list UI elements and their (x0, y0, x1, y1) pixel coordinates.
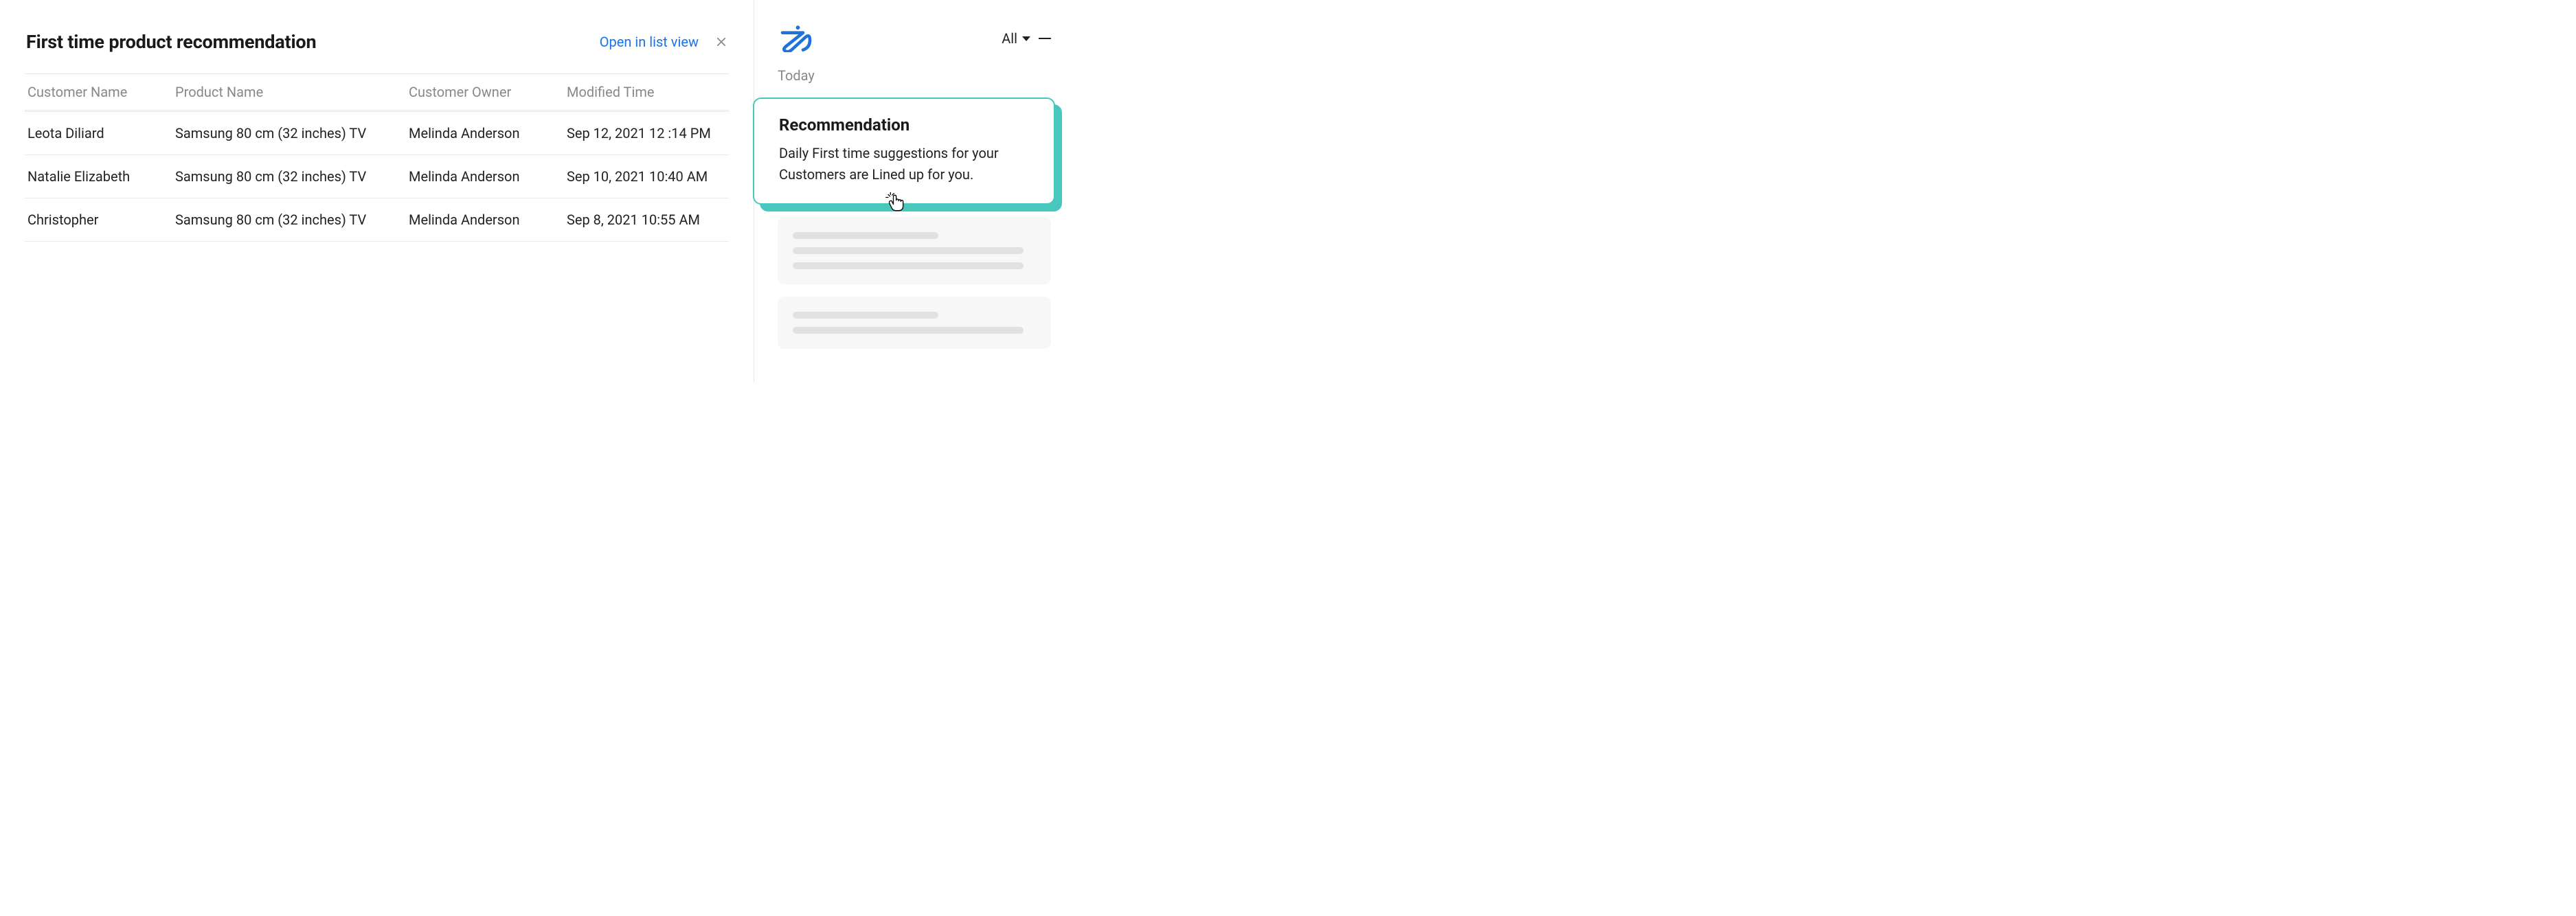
sidebar-panel: All Today Recommendation Daily First tim… (754, 0, 1070, 382)
skeleton-card (778, 217, 1051, 284)
filter-dropdown-label: All (1002, 30, 1017, 47)
pointer-cursor-icon (885, 192, 905, 216)
cell-owner: Melinda Anderson (409, 168, 519, 185)
main-panel: First time product recommendation Open i… (0, 0, 754, 382)
table-header-row: Customer Name Product Name Customer Owne… (25, 74, 729, 111)
header-actions: Open in list view (600, 34, 727, 50)
open-in-list-view-link[interactable]: Open in list view (600, 34, 699, 50)
table-row[interactable]: Natalie Elizabeth Samsung 80 cm (32 inch… (25, 155, 729, 198)
cell-product: Samsung 80 cm (32 inches) TV (175, 125, 366, 141)
cell-owner: Melinda Anderson (409, 125, 519, 141)
sidebar-filter: All (1002, 30, 1051, 47)
cell-modified: Sep 10, 2021 10:40 AM (567, 168, 708, 185)
recommendation-card[interactable]: Recommendation Daily First time suggesti… (753, 98, 1055, 205)
cell-modified: Sep 12, 2021 12 :14 PM (567, 125, 711, 141)
cell-owner: Melinda Anderson (409, 211, 519, 228)
chevron-down-icon (1022, 36, 1030, 41)
recommendation-body: Daily First time suggestions for your Cu… (779, 143, 1033, 185)
sidebar-header: All (778, 25, 1051, 52)
skeleton-line (793, 312, 938, 319)
skeleton-line (793, 247, 1024, 254)
cell-modified: Sep 8, 2021 10:55 AM (567, 211, 700, 228)
skeleton-line (793, 232, 938, 239)
recommendations-table: Customer Name Product Name Customer Owne… (0, 73, 754, 242)
page-title: First time product recommendation (26, 31, 316, 53)
recommendation-title: Recommendation (779, 115, 1033, 135)
skeleton-card (778, 297, 1051, 349)
close-icon[interactable] (715, 36, 727, 48)
cell-customer: Christopher (27, 211, 98, 228)
table-row[interactable]: Christopher Samsung 80 cm (32 inches) TV… (25, 198, 729, 242)
zia-logo-icon (778, 25, 815, 52)
section-label-today: Today (778, 67, 1051, 84)
minimize-icon[interactable] (1039, 38, 1051, 40)
skeleton-line (793, 327, 1024, 334)
table-row[interactable]: Leota Diliard Samsung 80 cm (32 inches) … (25, 111, 729, 155)
col-product-header: Product Name (175, 84, 263, 100)
col-modified-header: Modified Time (567, 84, 655, 100)
col-owner-header: Customer Owner (409, 84, 511, 100)
col-customer-header: Customer Name (27, 84, 127, 100)
cell-customer: Leota Diliard (27, 125, 104, 141)
cell-customer: Natalie Elizabeth (27, 168, 130, 185)
cell-product: Samsung 80 cm (32 inches) TV (175, 211, 366, 228)
skeleton-line (793, 262, 1024, 269)
cell-product: Samsung 80 cm (32 inches) TV (175, 168, 366, 185)
main-header: First time product recommendation Open i… (0, 31, 754, 73)
filter-dropdown[interactable]: All (1002, 30, 1030, 47)
